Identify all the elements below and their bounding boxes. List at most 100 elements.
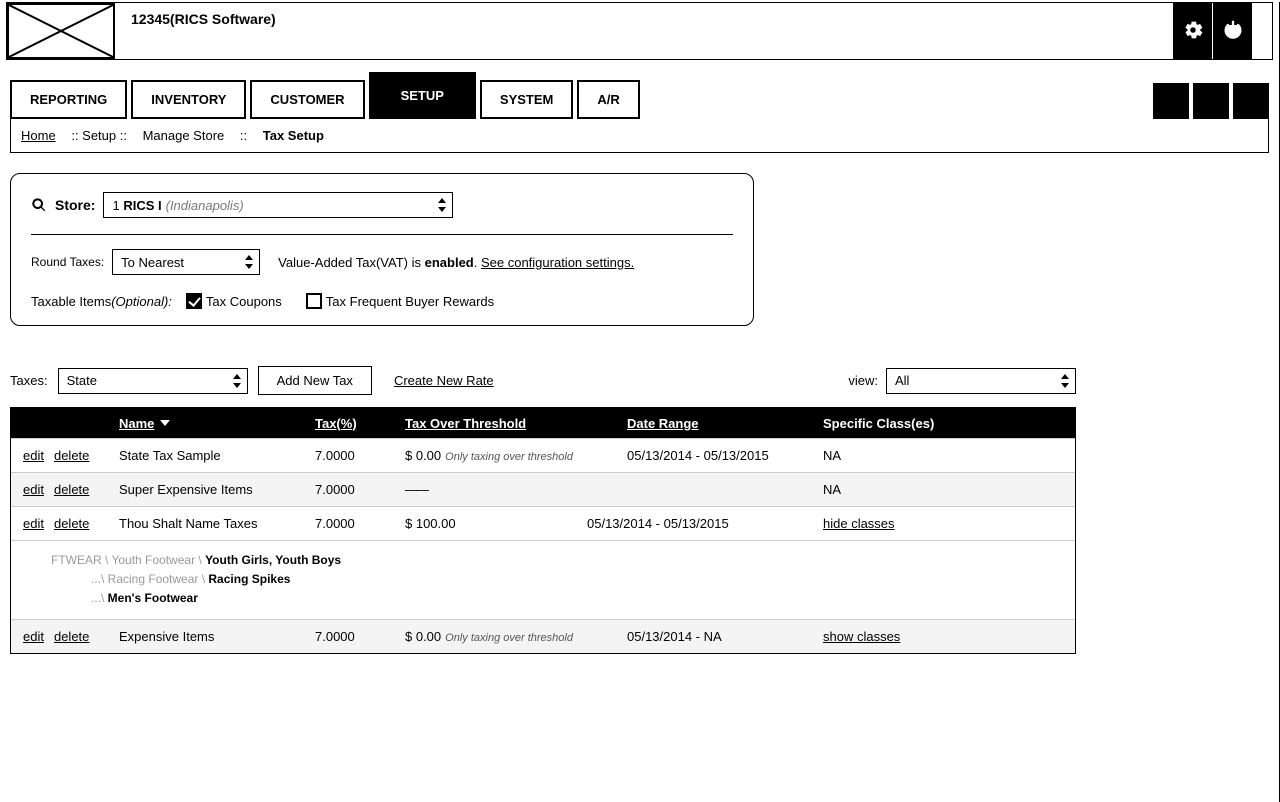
gear-icon [1182,19,1204,44]
taxes-toolbar: Taxes: State Add New Tax Create New Rate… [10,366,1076,395]
cell-over: $ 0.00Only taxing over threshold [405,448,627,463]
table-row: edit delete State Tax Sample 7.0000 $ 0.… [11,438,1075,472]
search-icon [31,197,47,213]
table-row: edit delete Thou Shalt Name Taxes 7.0000… [11,506,1075,540]
table-row: edit delete Super Expensive Items 7.0000… [11,472,1075,506]
round-taxes-label: Round Taxes: [31,255,104,269]
power-icon [1222,19,1244,44]
cell-name: State Tax Sample [119,448,315,463]
logo-placeholder [7,3,115,59]
class-path: FTWEAR \ Youth Footwear \ [51,553,205,567]
class-path: ...\ [91,591,108,605]
cell-date: 05/13/2014 - 05/13/2015 [627,516,823,531]
table-header: Name Tax(%) Tax Over Threshold Date Rang… [11,408,1075,438]
cell-name: Super Expensive Items [119,482,315,497]
cell-name: Thou Shalt Name Taxes [119,516,315,531]
tax-rewards-checkbox[interactable] [306,293,322,309]
view-select[interactable]: All [886,368,1076,394]
edit-link[interactable]: edit [23,516,44,531]
taxes-label: Taxes: [10,373,48,388]
taxes-table: Name Tax(%) Tax Over Threshold Date Rang… [10,407,1076,654]
header-title: 12345(RICS Software) [115,3,1172,59]
tab-system[interactable]: SYSTEM [480,80,573,119]
updown-icon [1059,373,1071,389]
cell-tax: 7.0000 [315,448,405,463]
store-label: Store: [55,197,95,213]
tax-coupons-checkbox[interactable] [186,293,202,309]
class-path: ...\ Racing Footwear \ [91,572,208,586]
round-taxes-value: To Nearest [121,255,184,270]
sort-desc-icon [160,420,170,426]
window-button-3[interactable] [1233,83,1269,119]
window-button-2[interactable] [1193,83,1229,119]
edit-link[interactable]: edit [23,629,44,644]
breadcrumb-manage-store: Manage Store [143,128,225,143]
delete-link[interactable]: delete [54,629,89,644]
tab-customer[interactable]: CUSTOMER [250,80,364,119]
tax-rewards-label: Tax Frequent Buyer Rewards [326,294,494,309]
show-classes-link[interactable]: show classes [823,629,900,644]
store-select-name: RICS I [123,198,161,213]
taxable-optional-label: (Optional): [111,294,172,309]
tab-ar[interactable]: A/R [577,80,639,119]
class-leaf: Youth Girls, Youth Boys [205,553,341,567]
add-new-tax-button[interactable]: Add New Tax [258,366,372,395]
breadcrumb-home[interactable]: Home [21,128,56,143]
tab-setup[interactable]: SETUP [369,72,476,119]
col-tax-percent[interactable]: Tax(%) [315,416,357,431]
tax-coupons-label: Tax Coupons [206,294,282,309]
col-name[interactable]: Name [119,416,154,431]
store-select-num: 1 [112,198,119,213]
taxes-type-value: State [67,373,97,388]
updown-icon [436,197,448,213]
store-settings-panel: Store: 1 RICS I (Indianapolis) Round Tax… [10,173,754,326]
cell-class: NA [823,448,1075,463]
delete-link[interactable]: delete [54,448,89,463]
col-tax-over-threshold[interactable]: Tax Over Threshold [405,416,526,431]
cell-tax: 7.0000 [315,629,405,644]
edit-link[interactable]: edit [23,482,44,497]
store-select-city: (Indianapolis) [166,198,244,213]
vat-status-text: Value-Added Tax(VAT) is enabled. See con… [278,255,634,270]
col-date-range[interactable]: Date Range [627,416,699,431]
updown-icon [231,373,243,389]
settings-button[interactable] [1172,3,1212,59]
cell-tax: 7.0000 [315,482,405,497]
class-leaf: Men's Footwear [108,591,198,605]
view-label: view: [848,373,878,388]
create-new-rate-link[interactable]: Create New Rate [394,373,494,388]
main-tabs: REPORTING INVENTORY CUSTOMER SETUP SYSTE… [10,72,1269,119]
breadcrumb-sep [62,128,66,143]
cell-date: 05/13/2014 - 05/13/2015 [627,448,823,463]
cell-over: $ 0.00Only taxing over threshold [405,629,627,644]
round-taxes-select[interactable]: To Nearest [112,249,260,275]
delete-link[interactable]: delete [54,516,89,531]
power-button[interactable] [1212,3,1252,59]
class-tree-panel: FTWEAR \ Youth Footwear \ Youth Girls, Y… [11,540,1075,619]
breadcrumb-current: Tax Setup [263,128,324,143]
divider [31,234,733,235]
breadcrumb-setup-seg: :: Setup :: [71,128,127,143]
breadcrumb-sep2: :: [240,128,247,143]
vat-config-link[interactable]: See configuration settings. [481,255,634,270]
updown-icon [243,254,255,270]
class-leaf: Racing Spikes [208,572,290,586]
delete-link[interactable]: delete [54,482,89,497]
table-row: edit delete Expensive Items 7.0000 $ 0.0… [11,619,1075,653]
store-select[interactable]: 1 RICS I (Indianapolis) [103,192,453,218]
window-button-1[interactable] [1153,83,1189,119]
tab-inventory[interactable]: INVENTORY [131,80,246,119]
taxes-type-select[interactable]: State [58,368,248,394]
breadcrumb: Home :: Setup :: Manage Store :: Tax Set… [10,119,1269,153]
header-bar: 12345(RICS Software) [6,2,1273,60]
cell-name: Expensive Items [119,629,315,644]
cell-class: NA [823,482,1075,497]
col-specific-classes: Specific Class(es) [823,416,934,431]
cell-over: —— [405,482,627,497]
taxable-items-label: Taxable Items [31,294,111,309]
cell-tax: 7.0000 [315,516,405,531]
view-value: All [895,373,909,388]
tab-reporting[interactable]: REPORTING [10,80,127,119]
hide-classes-link[interactable]: hide classes [823,516,895,531]
edit-link[interactable]: edit [23,448,44,463]
